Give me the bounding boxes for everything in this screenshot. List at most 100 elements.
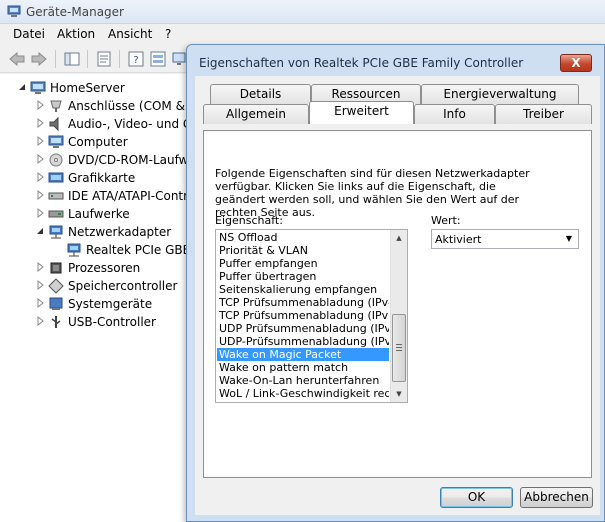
vertical-scrollbar[interactable]: ▲ ▼ (390, 230, 407, 402)
collapsed-arrow-icon[interactable] (35, 262, 45, 272)
device-manager-icon (7, 5, 21, 17)
ok-button[interactable]: OK (440, 487, 513, 508)
ide-icon (48, 192, 64, 200)
tab-driver[interactable]: Treiber (495, 104, 592, 124)
back-arrow-icon[interactable] (8, 51, 26, 67)
menu-bar: Datei Aktion Ansicht ? (0, 24, 605, 45)
scrollbar-thumb[interactable] (392, 314, 406, 382)
properties-dialog: Eigenschaften von Realtek PCIe GBE Famil… (186, 44, 605, 522)
system-icon (49, 297, 63, 310)
tree-node-storage[interactable]: Speichercontroller (35, 277, 187, 295)
help-icon[interactable]: ? (127, 51, 145, 67)
tree-node-graphics[interactable]: Grafikkarte (35, 169, 187, 187)
dialog-title: Eigenschaften von Realtek PCIe GBE Famil… (199, 56, 524, 70)
tree-node-root[interactable]: HomeServer (17, 79, 187, 97)
tree-node-computer[interactable]: Computer (35, 133, 187, 151)
computer-icon (48, 135, 64, 148)
tree-node-processors[interactable]: Prozessoren (35, 259, 187, 277)
tab-power-management[interactable]: Energieverwaltung (421, 84, 579, 104)
tree-label: Systemgeräte (68, 297, 153, 311)
processor-icon (50, 262, 62, 274)
list-item[interactable]: NS Offload (217, 231, 389, 244)
list-item[interactable]: Seitenskalierung empfangen (217, 283, 389, 296)
list-item[interactable]: Puffer empfangen (217, 257, 389, 270)
list-item[interactable]: Puffer übertragen (217, 270, 389, 283)
tree-label: Netzwerkadapter (68, 225, 172, 239)
display-adapter-icon (48, 172, 64, 183)
list-item[interactable]: TCP Prüfsummenabladung (IPv4) (217, 296, 389, 309)
collapsed-arrow-icon[interactable] (35, 118, 45, 128)
collapsed-arrow-icon[interactable] (35, 280, 45, 290)
dvd-icon (49, 153, 63, 167)
tree-node-ports[interactable]: Anschlüsse (COM & LPT) (35, 97, 187, 115)
tree-node-realtek[interactable]: Realtek PCIe GBE Family Controller (53, 241, 187, 259)
collapsed-arrow-icon[interactable] (35, 316, 45, 326)
tab-info[interactable]: Info (414, 104, 495, 124)
list-item[interactable]: Priorität & VLAN (217, 244, 389, 257)
expanded-arrow-icon[interactable] (35, 226, 45, 236)
collapsed-arrow-icon[interactable] (35, 172, 45, 182)
value-dropdown-selected: Aktiviert (435, 233, 482, 246)
tree-label: Speichercontroller (68, 279, 178, 293)
audio-icon (49, 116, 59, 132)
tree-node-usb[interactable]: USB-Controller (35, 313, 187, 331)
cancel-button[interactable]: Abbrechen (520, 487, 593, 508)
tree-node-ide[interactable]: IDE ATA/ATAPI-Controller (35, 187, 187, 205)
tree-node-drives[interactable]: Laufwerke (35, 205, 187, 223)
device-manager-title: Geräte-Manager (26, 5, 124, 19)
property-listbox[interactable]: NS Offload Priorität & VLAN Puffer empfa… (215, 229, 408, 403)
tree-node-network[interactable]: Netzwerkadapter (35, 223, 187, 241)
scroll-down-icon[interactable]: ▼ (391, 386, 407, 402)
list-item[interactable]: TCP Prüfsummenabladung (IPv6) (217, 309, 389, 322)
list-item[interactable]: UDP-Prüfsummenabladung (IPv6) (217, 335, 389, 348)
tree-node-dvd[interactable]: DVD/CD-ROM-Laufwerke (35, 151, 187, 169)
tree-node-audio[interactable]: Audio-, Video- und Gamecontroller (35, 115, 187, 133)
tree-node-system[interactable]: Systemgeräte (35, 295, 187, 313)
expanded-arrow-icon[interactable] (17, 82, 27, 92)
collapsed-arrow-icon[interactable] (35, 136, 45, 146)
value-label: Wert: (431, 214, 461, 227)
tab-general[interactable]: Allgemein (203, 104, 309, 124)
dialog-client-area: Details Ressourcen Energieverwaltung All… (195, 76, 600, 515)
value-dropdown[interactable]: Aktiviert ▼ (431, 229, 579, 249)
console-tree-icon[interactable] (63, 51, 81, 67)
property-list: NS Offload Priorität & VLAN Puffer empfa… (217, 231, 389, 400)
collapsed-arrow-icon[interactable] (35, 190, 45, 200)
toolbar-separator (87, 50, 88, 68)
tree-label: Audio-, Video- und Gamecontroller (68, 117, 187, 131)
disk-icon (48, 210, 64, 218)
collapsed-arrow-icon[interactable] (35, 154, 45, 164)
device-manager-titlebar: Geräte-Manager (0, 0, 605, 24)
menu-ansicht[interactable]: Ansicht (108, 27, 152, 41)
tab-advanced[interactable]: Erweitert (309, 101, 414, 124)
tree-label: Laufwerke (68, 207, 130, 221)
svg-text:?: ? (133, 55, 138, 66)
chevron-down-icon[interactable]: ▼ (561, 231, 577, 247)
menu-aktion[interactable]: Aktion (57, 27, 95, 41)
list-item[interactable]: UDP Prüfsummenabladung (IPv4) (217, 322, 389, 335)
collapsed-arrow-icon[interactable] (35, 100, 45, 110)
list-item[interactable]: WoL / Link-Geschwindigkeit reduzieren (217, 387, 389, 400)
forward-arrow-icon[interactable] (30, 51, 48, 67)
menu-datei[interactable]: Datei (13, 27, 45, 41)
details-view-icon[interactable] (149, 51, 167, 67)
network-icon (49, 225, 63, 239)
tree-label: Grafikkarte (68, 171, 136, 185)
port-icon (50, 100, 62, 112)
tree-label: Computer (68, 135, 128, 149)
tree-label: Anschlüsse (COM & LPT) (68, 99, 187, 113)
collapsed-arrow-icon[interactable] (35, 298, 45, 308)
collapsed-arrow-icon[interactable] (35, 208, 45, 218)
usb-icon (51, 316, 61, 328)
properties-icon[interactable] (95, 51, 113, 67)
property-label: Eigenschaft: (215, 214, 283, 227)
menu-help[interactable]: ? (165, 27, 171, 41)
scroll-up-icon[interactable]: ▲ (391, 230, 407, 246)
tree-label: DVD/CD-ROM-Laufwerke (68, 153, 187, 167)
tab-details[interactable]: Details (210, 84, 311, 104)
list-item-selected[interactable]: Wake on Magic Packet (217, 348, 389, 361)
list-item[interactable]: Wake on pattern match (217, 361, 389, 374)
list-item[interactable]: Wake-On-Lan herunterfahren (217, 374, 389, 387)
close-icon: X (571, 56, 581, 70)
close-button[interactable]: X (560, 54, 592, 72)
